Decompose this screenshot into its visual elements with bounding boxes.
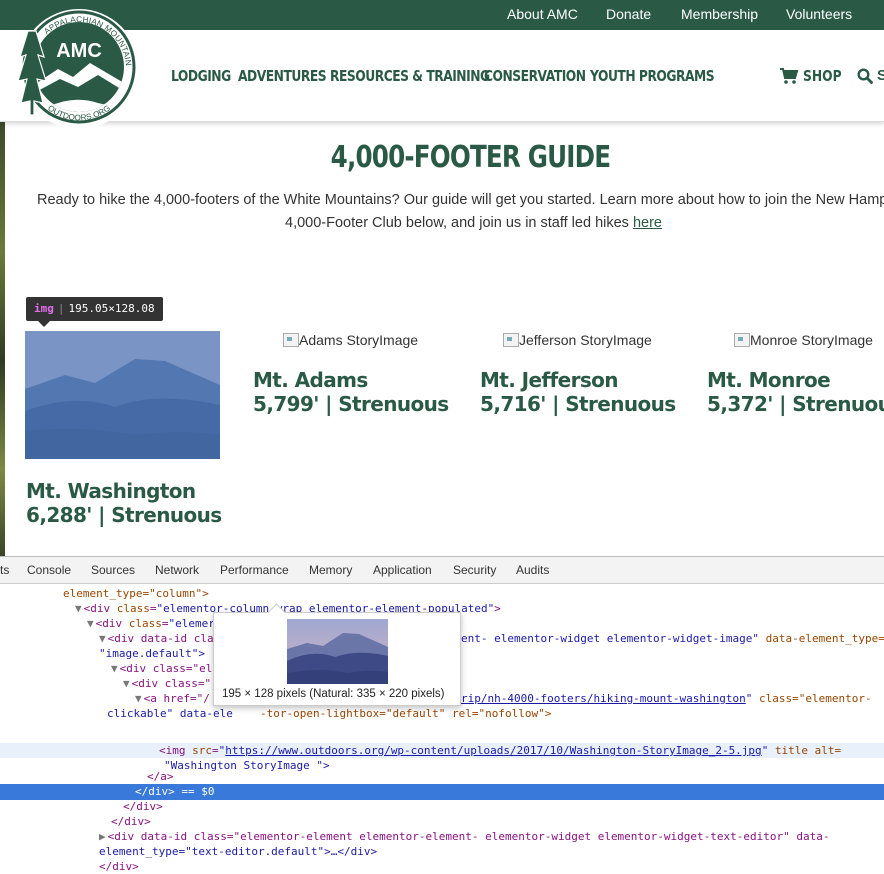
tab-console[interactable]: Console <box>27 563 71 577</box>
devtools-panel: ts Console Sources Network Performance M… <box>0 556 884 874</box>
peak-name-jefferson[interactable]: Mt. Jefferson <box>480 368 619 392</box>
dom-line[interactable]: "image.default"> <box>99 646 205 661</box>
dom-line[interactable]: element_type="column"> <box>63 586 209 601</box>
dom-line[interactable]: ▶ <div data-id class="elementor-element e… <box>99 829 829 844</box>
peak-name-adams[interactable]: Mt. Adams <box>253 368 368 392</box>
utility-link-volunteers[interactable]: Volunteers <box>786 6 852 22</box>
dom-line[interactable]: ▼ <div data-id cla <box>99 631 214 646</box>
tooltip-size: 195.05×128.08 <box>68 302 155 315</box>
dom-line[interactable]: element_type="text-editor.default">…</di… <box>99 844 377 859</box>
intro-text: Ready to hike the 4,000-footers of the W… <box>37 189 884 235</box>
nav-resources-training[interactable]: RESOURCES & TRAINING <box>330 67 490 85</box>
peak-meta-jefferson: 5,716' | Strenuous <box>480 392 676 416</box>
background-photo-edge <box>0 122 5 556</box>
peak-meta-adams: 5,799' | Strenuous <box>253 392 449 416</box>
washington-story-image[interactable] <box>25 331 220 459</box>
dom-line[interactable]: </a> <box>147 769 174 784</box>
selected-node-row[interactable] <box>0 784 884 800</box>
nav-conservation[interactable]: CONSERVATION <box>484 67 586 85</box>
adams-image-alt: Adams StoryImage <box>299 332 419 348</box>
intro-line-2: 4,000-Footer Club below, and join us in … <box>37 212 884 235</box>
utility-link-about[interactable]: About AMC <box>507 6 578 22</box>
tab-application[interactable]: Application <box>373 563 432 577</box>
peak-meta-monroe: 5,372' | Strenuous <box>707 392 884 416</box>
jefferson-story-image[interactable]: Jefferson StoryImage <box>503 332 652 348</box>
tab-security[interactable]: Security <box>453 563 496 577</box>
shop-link[interactable]: SHOP <box>803 67 842 85</box>
devtools-tab-bar: ts Console Sources Network Performance M… <box>0 557 884 584</box>
utility-link-donate[interactable]: Donate <box>606 6 651 22</box>
cart-icon[interactable] <box>779 67 799 85</box>
monroe-image-alt: Monroe StoryImage <box>750 332 873 348</box>
dom-line[interactable]: "Washington StoryImage "> <box>164 758 330 773</box>
dom-line[interactable]: rip/nh-4000-footers/hiking-mount-washing… <box>461 691 872 706</box>
dom-line[interactable]: ▼ <div class="elemer <box>87 616 215 631</box>
dom-line[interactable]: </div> <box>111 814 151 829</box>
peak-name-monroe[interactable]: Mt. Monroe <box>707 368 831 392</box>
intro-line-1: Ready to hike the 4,000-footers of the W… <box>37 192 884 208</box>
dom-line-img[interactable]: <img src="https://www.outdoors.org/wp-co… <box>159 743 841 758</box>
tab-memory[interactable]: Memory <box>309 563 352 577</box>
nav-youth-programs[interactable]: YOUTH PROGRAMS <box>590 67 715 85</box>
tab-network[interactable]: Network <box>155 563 199 577</box>
dom-line[interactable]: -tor-open-lightbox="default" rel="nofoll… <box>260 706 551 721</box>
utility-link-membership[interactable]: Membership <box>681 6 758 22</box>
dom-line-selected[interactable]: </div> == $0 <box>135 784 215 799</box>
tooltip-tag-name: img <box>34 302 54 315</box>
tooltip-separator: | <box>57 302 65 315</box>
broken-image-icon <box>503 333 519 347</box>
dom-line[interactable]: ent- elementor-widget elementor-widget-i… <box>461 631 884 646</box>
jefferson-image-alt: Jefferson StoryImage <box>519 332 652 348</box>
dom-line[interactable]: ▼ <div class="el <box>111 661 212 676</box>
monroe-story-image[interactable]: Monroe StoryImage <box>734 332 873 348</box>
tab-audits[interactable]: Audits <box>516 563 549 577</box>
nav-adventures[interactable]: ADVENTURES <box>238 67 327 85</box>
tab-elements[interactable]: ts <box>0 563 9 577</box>
dom-line[interactable]: ▼ <div class=" <box>123 676 211 691</box>
dom-line[interactable]: clickable" data-ele <box>107 706 233 721</box>
amc-logo[interactable]: AMC APPALACHIAN MOUNTAIN CLUB OUTDOORS.O… <box>18 7 140 131</box>
image-preview-popover: 195 × 128 pixels (Natural: 335 × 220 pix… <box>213 612 461 706</box>
dom-line[interactable]: </div> <box>123 799 163 814</box>
broken-image-icon <box>734 333 750 347</box>
inspector-element-tooltip: img | 195.05×128.08 <box>26 297 163 327</box>
logo-center-text: AMC <box>56 40 102 62</box>
peak-name-washington[interactable]: Mt. Washington <box>26 479 196 503</box>
image-preview-caption: 195 × 128 pixels (Natural: 335 × 220 pix… <box>222 688 445 700</box>
adams-story-image[interactable]: Adams StoryImage <box>283 332 418 348</box>
page-title: 4,000-FOOTER GUIDE <box>330 140 610 175</box>
nav-lodging[interactable]: LODGING <box>171 67 231 85</box>
dom-line[interactable]: </div> <box>99 859 139 874</box>
tab-sources[interactable]: Sources <box>91 563 135 577</box>
intro-line-2-text: 4,000-Footer Club below, and join us in … <box>285 215 633 231</box>
search-link[interactable]: S <box>877 67 884 84</box>
staff-hikes-link[interactable]: here <box>633 215 662 231</box>
dom-line[interactable]: ▼ <a href="/ <box>135 691 210 706</box>
tab-performance[interactable]: Performance <box>220 563 289 577</box>
search-icon[interactable] <box>857 68 873 84</box>
image-preview-thumbnail <box>287 619 388 684</box>
broken-image-icon <box>283 333 299 347</box>
website-viewport: About AMC Donate Membership Volunteers L… <box>0 0 884 556</box>
peak-meta-washington: 6,288' | Strenuous <box>26 503 222 527</box>
